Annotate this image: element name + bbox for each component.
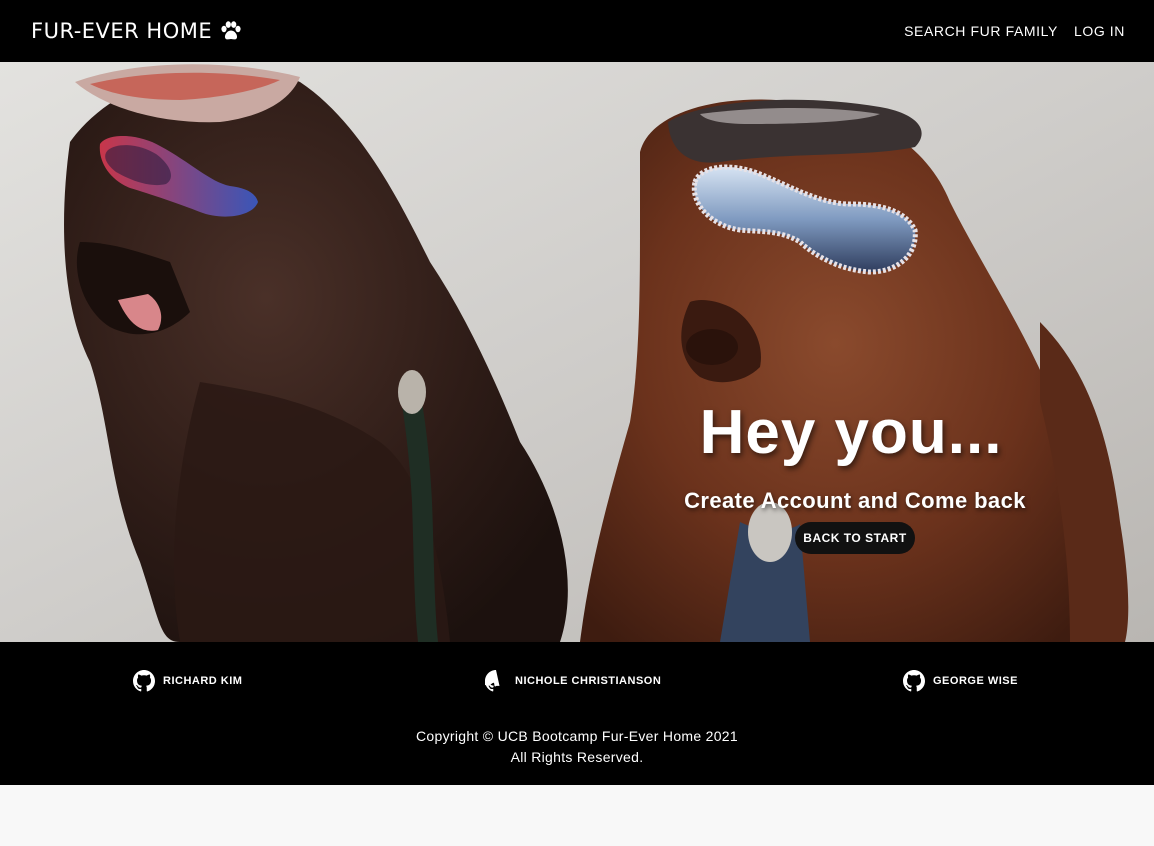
hero-subtitle: Create Account and Come back [684, 488, 1026, 513]
rights-reserved-line: All Rights Reserved. [510, 749, 644, 765]
nav-link-search-fur-family[interactable]: SEARCH FUR FAMILY [904, 23, 1058, 39]
hero-photo [0, 62, 1154, 642]
copyright-line: Copyright © UCB Bootcamp Fur-Ever Home 2… [415, 728, 738, 744]
github-icon [485, 670, 500, 692]
contributor-name: GEORGE WISE [933, 675, 1018, 687]
hero-title: Hey you... [699, 398, 1003, 467]
contributor-link-richard-kim[interactable]: RICHARD KIM [133, 670, 242, 692]
back-to-start-button[interactable]: BACK TO START [795, 522, 915, 554]
nav-links: SEARCH FUR FAMILY LOG IN [888, 23, 1125, 39]
contributor-link-george-wise[interactable]: GEORGE WISE [903, 670, 1018, 692]
footer: RICHARD KIM NICHOLE CHRISTIANSON GEORGE … [0, 642, 1154, 785]
hero-section: Hey you... Create Account and Come back … [0, 62, 1154, 642]
paw-icon [221, 21, 241, 40]
nav-link-log-in[interactable]: LOG IN [1074, 23, 1125, 39]
brand-title: FUR-EVER HOME [31, 19, 213, 43]
hero-content: Hey you... Create Account and Come back … [662, 402, 1048, 554]
contributor-link-nichole-christianson[interactable]: NICHOLE CHRISTIANSON [485, 670, 661, 692]
github-icon [903, 670, 925, 692]
contributor-name: NICHOLE CHRISTIANSON [515, 675, 662, 687]
navbar: FUR-EVER HOME SEARCH FUR FAMILY LOG IN [0, 0, 1154, 62]
brand-link[interactable]: FUR-EVER HOME [31, 19, 242, 43]
github-icon [133, 670, 155, 692]
contributor-name: RICHARD KIM [163, 675, 243, 687]
copyright: Copyright © UCB Bootcamp Fur-Ever Home 2… [0, 726, 1154, 768]
